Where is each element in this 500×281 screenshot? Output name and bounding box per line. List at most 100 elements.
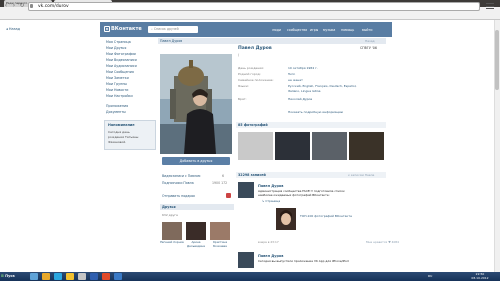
friends-count: 632 друга xyxy=(162,213,178,217)
info-value-birthday[interactable]: 10 октября 1984 г. xyxy=(288,66,318,70)
info-value-languages[interactable]: Русский, English, Français, Deutsch, Esp… xyxy=(288,84,357,88)
menu-my-notes[interactable]: Мои Заметки xyxy=(106,76,129,80)
friend-avatar-3[interactable] xyxy=(210,222,230,240)
post-2-author[interactable]: Павел Дуров xyxy=(258,254,283,258)
info-label-hometown: Родной город: xyxy=(238,72,261,76)
menu-my-groups[interactable]: Мои Группы xyxy=(106,82,127,86)
nav-people[interactable]: люди xyxy=(272,28,281,32)
photo-thumb-4[interactable] xyxy=(349,132,384,160)
profile-header-name: Павел Дуров xyxy=(160,39,183,43)
nav-logout[interactable]: выйти xyxy=(362,28,372,32)
chrome-icon[interactable] xyxy=(102,273,110,280)
profile-education[interactable]: СПбГУ '06 xyxy=(360,46,377,50)
back-link-label: Назад xyxy=(8,27,21,31)
reload-icon[interactable]: ↻ xyxy=(18,2,26,10)
post-1-repost-title[interactable]: ТОП-100 фотографий ВКонтакте xyxy=(300,214,352,218)
post-1-date[interactable]: вчера в 23:17 xyxy=(258,240,279,244)
info-label-brother: Брат: xyxy=(238,97,247,101)
reminder-line-1: Сегодня день xyxy=(108,130,130,134)
post-2-avatar[interactable] xyxy=(238,252,254,268)
info-label-relationship: Семейное положение: xyxy=(238,78,274,82)
forward-arrow-icon[interactable]: › xyxy=(10,2,18,10)
post-1-text-line-2: наиболее ожидаемых фотографий ВКонтакте: xyxy=(258,193,330,197)
windows-taskbar xyxy=(0,272,500,281)
scrollbar-thumb[interactable] xyxy=(495,30,499,90)
profile-name: Павел Дуров xyxy=(238,46,272,51)
wall-owner-posts-link[interactable]: к записям Павла xyxy=(348,173,374,177)
info-value-languages-cont[interactable]: Italiano, Lingua latina xyxy=(288,89,320,93)
nav-communities[interactable]: сообщества xyxy=(287,28,307,32)
followers-count: 1900 172 xyxy=(212,181,228,185)
profile-header-bar xyxy=(158,38,386,44)
avatar-photo xyxy=(160,54,232,154)
nav-music[interactable]: музыка xyxy=(323,28,335,32)
info-label-languages: Языки: xyxy=(238,84,249,88)
menu-my-messages[interactable]: Мои Сообщения xyxy=(106,70,134,74)
nav-games[interactable]: игры xyxy=(310,28,318,32)
start-button[interactable]: ⊞ Пуск xyxy=(1,273,25,280)
menu-documents[interactable]: Документы xyxy=(106,110,126,114)
reminder-line-2[interactable]: рождения Татьяны xyxy=(108,135,154,139)
photo-thumb-1[interactable] xyxy=(238,132,273,160)
friend-avatar-1[interactable] xyxy=(162,222,182,240)
folder-icon[interactable] xyxy=(42,273,50,280)
post-1-likes[interactable]: Мне нравится ♥ 4084 xyxy=(366,240,399,244)
wall-title[interactable]: 32298 записей xyxy=(238,173,266,177)
info-value-brother[interactable]: Николай Дуров xyxy=(288,97,312,101)
friend-name-3[interactable]: Кристина Бочкаева xyxy=(208,240,232,248)
reminder-line-3: Фазановой. xyxy=(108,140,127,144)
photos-title[interactable]: 85 фотографий xyxy=(238,123,268,127)
language-indicator[interactable]: RU xyxy=(428,274,432,278)
menu-my-videos[interactable]: Мои Видеозаписи xyxy=(106,58,137,62)
search-input[interactable]: ⌕ Список друзей xyxy=(148,26,198,33)
show-more-info-link[interactable]: Показать подробную информацию xyxy=(288,110,343,114)
menu-my-settings[interactable]: Мои Настройки xyxy=(106,94,133,98)
media-icon[interactable] xyxy=(66,273,74,280)
info-value-hometown[interactable]: Turin xyxy=(288,72,295,76)
system-clock[interactable]: 22:50 08.10.2012 xyxy=(466,272,494,280)
explorer-icon[interactable] xyxy=(30,273,38,280)
friend-name-1[interactable]: Евгений Хорнов xyxy=(160,240,184,245)
clock-date: 08.10.2012 xyxy=(471,276,489,280)
search-placeholder: Список друзей xyxy=(153,27,179,31)
post-1-author[interactable]: Павел Дуров xyxy=(258,184,283,188)
photo-thumb-3[interactable] xyxy=(312,132,347,160)
profile-status: / xyxy=(238,53,240,57)
skype-icon[interactable] xyxy=(54,273,62,280)
back-link[interactable]: ◂ Назад xyxy=(6,27,20,31)
profile-header-back[interactable]: Назад xyxy=(365,39,375,43)
nav-help[interactable]: помощь xyxy=(341,28,354,32)
photo-thumb-2[interactable] xyxy=(275,132,310,160)
internet-icon[interactable] xyxy=(114,273,122,280)
page-icon xyxy=(30,4,33,8)
videos-with-link[interactable]: Видеозаписи с Павлом xyxy=(162,174,200,178)
menu-my-photos[interactable]: Мои Фотографии xyxy=(106,52,136,56)
post-1-repost-label[interactable]: ↳ Страница xyxy=(262,199,281,204)
back-arrow-icon[interactable]: ‹ xyxy=(2,2,10,10)
menu-my-audio[interactable]: Мои Аудиозаписи xyxy=(106,64,137,68)
post-2-text-line-1: Сегодня вы выпустили приложение VK App д… xyxy=(258,259,349,263)
address-bar[interactable]: vk.com/durov xyxy=(28,2,480,11)
address-bar-url: vk.com/durov xyxy=(38,4,69,9)
add-friend-button[interactable]: Добавить в друзья xyxy=(162,157,230,165)
app-icon[interactable] xyxy=(78,273,86,280)
profile-avatar[interactable] xyxy=(160,54,232,154)
friend-name-2[interactable]: Арина Дельвадина xyxy=(184,240,208,248)
info-value-relationship[interactable]: не женат xyxy=(288,78,303,82)
menu-my-friends[interactable]: Мои Друзья xyxy=(106,46,126,50)
vk-logo[interactable]: в ВКонтакте xyxy=(104,26,146,33)
send-gift-link[interactable]: Отправить подарок xyxy=(162,194,195,198)
followers-link[interactable]: Подписчики Павла xyxy=(162,181,194,185)
post-1-repost-image[interactable] xyxy=(276,208,296,230)
menu-my-news[interactable]: Мои Новости xyxy=(106,88,128,92)
menu-icon[interactable] xyxy=(486,3,494,10)
post-1-repost-label-text: Страница xyxy=(265,199,281,203)
friend-avatar-2[interactable] xyxy=(186,222,206,240)
vk-logo-text: ВКонтакте xyxy=(111,26,142,32)
menu-my-page[interactable]: Моя Страница xyxy=(106,40,131,44)
repost-portrait xyxy=(276,208,296,230)
friends-title[interactable]: Друзья xyxy=(162,205,176,209)
menu-apps[interactable]: Приложения xyxy=(106,104,128,108)
word-icon[interactable] xyxy=(90,273,98,280)
post-1-avatar[interactable] xyxy=(238,182,254,198)
